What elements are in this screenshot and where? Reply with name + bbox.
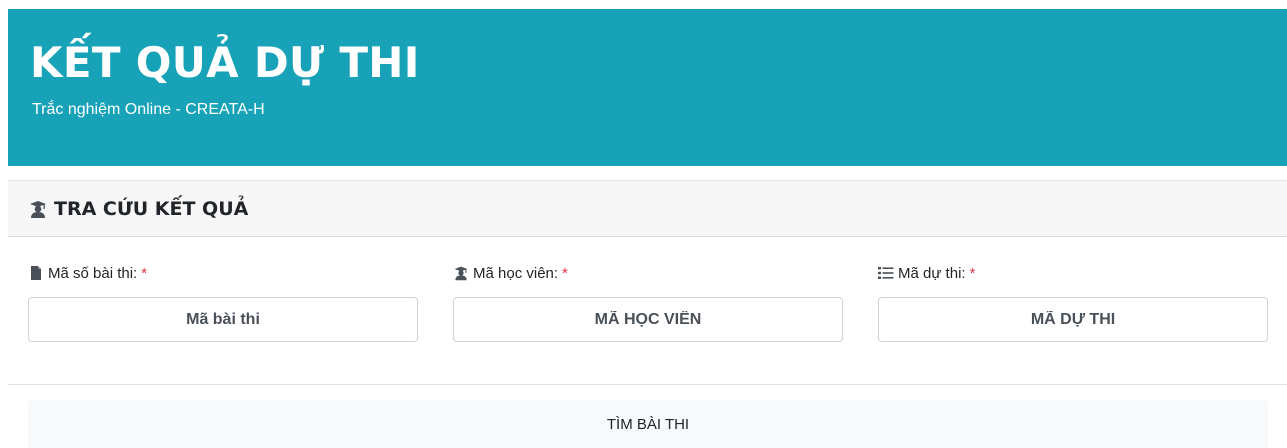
- graduate-icon: [28, 199, 48, 219]
- candidate-id-field-group: Mã dự thi: *: [878, 262, 1268, 342]
- candidate-id-input[interactable]: [878, 297, 1268, 342]
- exam-number-field-group: Mã số bài thi: *: [28, 262, 418, 342]
- page: KẾT QUẢ DỰ THI Trắc nghiệm Online - CREA…: [0, 0, 1287, 448]
- page-header: KẾT QUẢ DỰ THI Trắc nghiệm Online - CREA…: [8, 9, 1287, 166]
- required-mark: *: [141, 264, 148, 282]
- exam-number-label-text: Mã số bài thi:: [48, 264, 138, 282]
- student-id-label-text: Mã học viên:: [473, 264, 559, 282]
- exam-number-input[interactable]: [28, 297, 418, 342]
- file-icon: [28, 265, 44, 281]
- find-exam-button[interactable]: TÌM BÀI THI: [28, 400, 1268, 448]
- form-divider: [8, 384, 1287, 385]
- page-subtitle: Trắc nghiệm Online - CREATA-H: [32, 101, 265, 118]
- lookup-title: TRA CỨU KẾT QUẢ: [54, 197, 249, 220]
- candidate-id-label: Mã dự thi: *: [878, 262, 1268, 284]
- required-mark: *: [969, 264, 976, 282]
- student-id-label: Mã học viên: *: [453, 262, 843, 284]
- exam-number-label: Mã số bài thi: *: [28, 262, 418, 284]
- candidate-id-label-text: Mã dự thi:: [898, 264, 966, 282]
- student-id-input[interactable]: [453, 297, 843, 342]
- required-mark: *: [562, 264, 568, 282]
- lookup-card-header: TRA CỨU KẾT QUẢ: [8, 180, 1287, 237]
- list-icon: [878, 265, 894, 281]
- page-title: KẾT QUẢ DỰ THI: [30, 38, 420, 87]
- graduate-icon: [453, 265, 469, 281]
- student-id-field-group: Mã học viên: *: [453, 262, 843, 342]
